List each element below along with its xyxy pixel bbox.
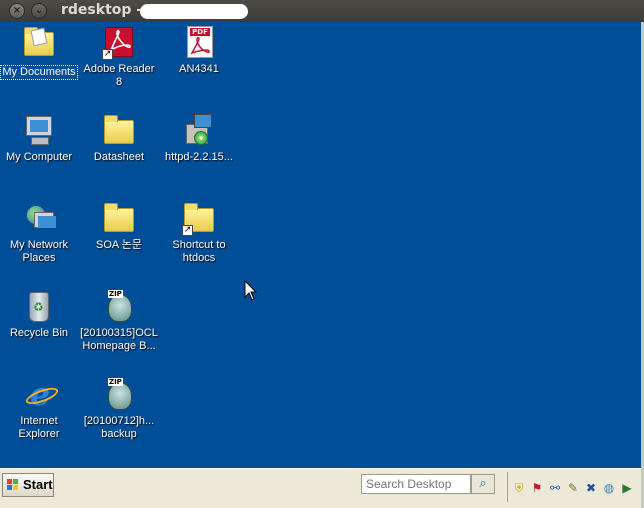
desktop-icon-my-computer[interactable]: My Computer — [0, 114, 80, 164]
desktop-icon-soa-folder[interactable]: SOA 논문 — [78, 202, 160, 252]
desktop-icon-my-network-places[interactable]: My Network Places — [0, 202, 80, 265]
remote-desktop[interactable]: My Documents My Computer My Network Plac… — [0, 22, 644, 468]
recycle-bin-icon — [29, 292, 49, 322]
pdf-file-icon: PDF — [187, 26, 213, 58]
desktop-icon-zip-backup[interactable]: ZIP [20100712]h... backup — [78, 378, 160, 441]
system-tray: ⛨ ⚑ ⚯ ✎ ✖ ◍ ▶ — [507, 472, 639, 502]
window-title: rdesktop - — [61, 2, 143, 18]
windows-logo-icon — [7, 479, 19, 491]
folder-icon — [104, 115, 134, 144]
computer-icon — [26, 116, 52, 136]
search-icon: ⌕ — [479, 476, 487, 491]
desktop-icon-zip-ocl-homepage[interactable]: ZIP [20100315]OCL Homepage B... — [78, 290, 160, 353]
close-window-button[interactable]: × — [9, 3, 25, 19]
search-desktop-input[interactable] — [361, 474, 471, 494]
desktop-icon-an4341-pdf[interactable]: PDF AN4341 — [158, 26, 240, 76]
shield-icon[interactable]: ⛨ — [512, 481, 526, 495]
start-label: Start — [23, 477, 53, 492]
globe-icon[interactable]: ◍ — [602, 481, 616, 495]
flag-icon[interactable]: ⚑ — [530, 481, 544, 495]
desktop-icon-datasheet[interactable]: Datasheet — [78, 114, 160, 164]
window-titlebar[interactable]: × ⌄ rdesktop - — [0, 0, 644, 22]
tools-icon[interactable]: ✖ — [584, 481, 598, 495]
redacted-hostname — [140, 4, 248, 19]
minimize-window-button[interactable]: ⌄ — [31, 3, 47, 19]
mouse-cursor-icon — [244, 280, 258, 301]
installer-icon — [182, 114, 216, 148]
start-button[interactable]: Start — [2, 473, 54, 497]
pen-icon[interactable]: ✎ — [566, 481, 580, 495]
desktop-icon-recycle-bin[interactable]: Recycle Bin — [0, 290, 80, 340]
search-go-button[interactable]: ⌕ — [471, 474, 495, 494]
desktop-icon-adobe-reader[interactable]: ↗ Adobe Reader 8 — [78, 26, 160, 89]
media-icon[interactable]: ▶ — [620, 481, 634, 495]
desktop-icon-httpd-installer[interactable]: httpd-2.2.15... — [158, 114, 240, 164]
desktop-icon-internet-explorer[interactable]: e Internet Explorer — [0, 378, 80, 441]
zip-archive-icon — [108, 382, 132, 410]
desktop-icon-shortcut-htdocs[interactable]: ↗ Shortcut to htdocs — [158, 202, 240, 265]
taskbar: Start ⌕ ⛨ ⚑ ⚯ ✎ ✖ ◍ ▶ — [0, 468, 641, 508]
desktop-icon-my-documents[interactable]: My Documents — [0, 26, 80, 80]
folder-icon — [104, 203, 134, 232]
internet-explorer-icon: e — [25, 378, 55, 410]
zip-archive-icon — [108, 294, 132, 322]
network-icon[interactable]: ⚯ — [548, 481, 562, 495]
